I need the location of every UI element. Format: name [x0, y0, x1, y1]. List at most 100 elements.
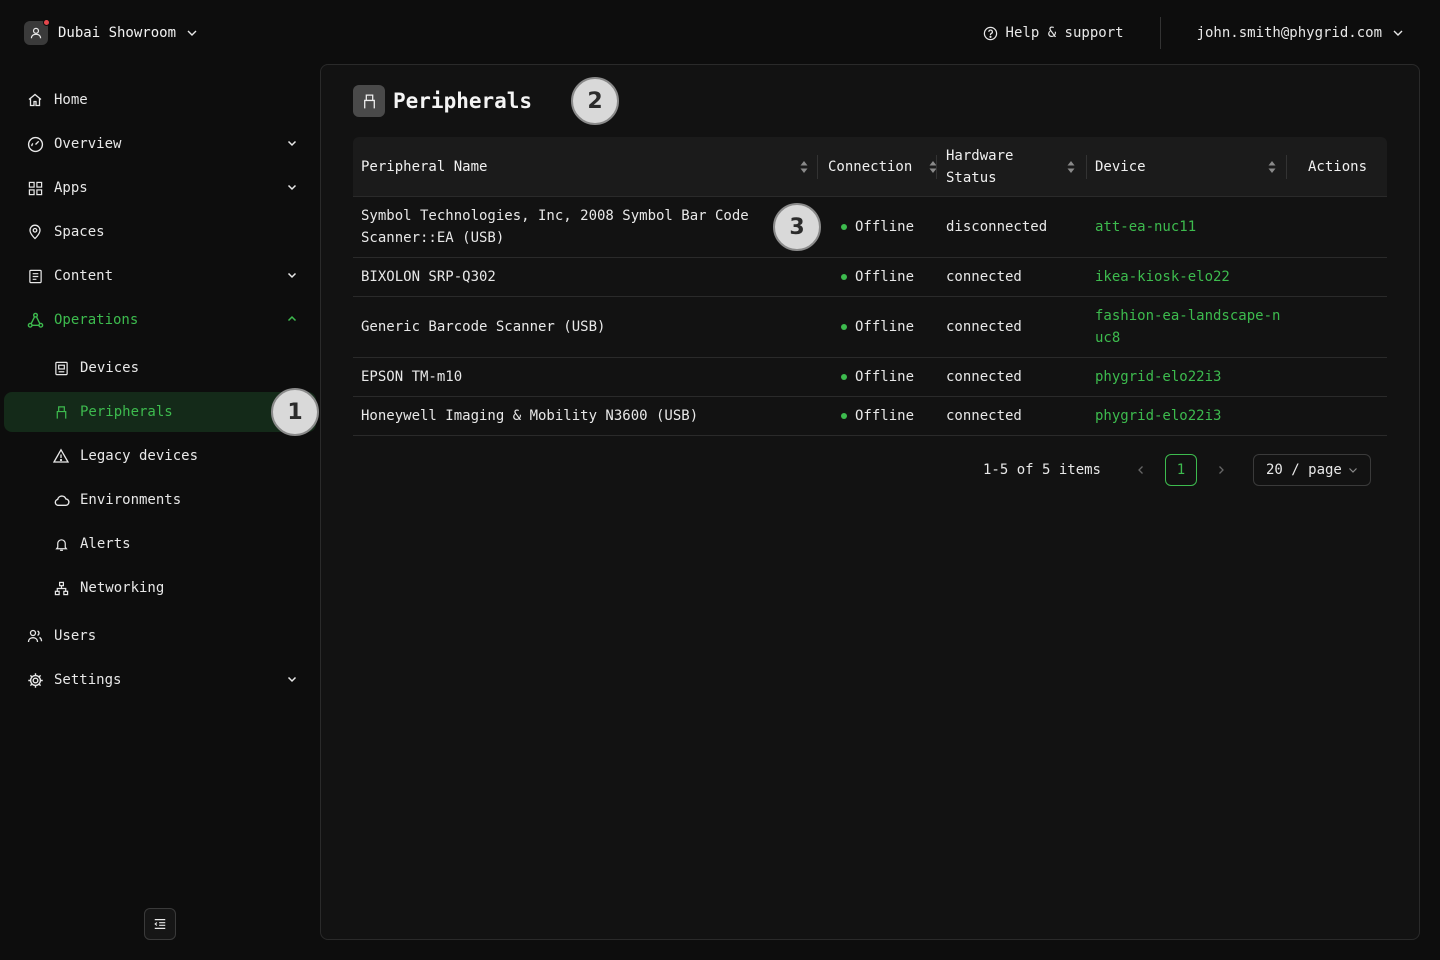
sidebar-item-label: Apps — [54, 180, 88, 196]
column-header-connection[interactable]: Connection — [828, 137, 937, 197]
sidebar-item-label: Environments — [80, 492, 182, 508]
sidebar-item-spaces[interactable]: Spaces — [14, 212, 308, 252]
annotation-marker-3: 3 — [773, 203, 821, 251]
device-icon — [52, 359, 70, 377]
notification-dot — [43, 19, 50, 26]
peripheral-name: Honeywell Imaging & Mobility N3600 (USB) — [361, 408, 699, 424]
status-dot — [841, 224, 847, 230]
sidebar-item-label: Users — [54, 628, 97, 644]
column-header-hardware-status[interactable]: Hardware Status — [946, 137, 1084, 197]
column-title: Connection — [828, 159, 913, 175]
sidebar-item-label: Content — [54, 268, 114, 284]
indent-menu-icon — [153, 917, 167, 931]
users-icon — [26, 627, 44, 645]
hardware-status: connected — [946, 319, 1022, 335]
column-title: Peripheral Name — [361, 159, 488, 175]
column-header-actions: Actions — [1308, 137, 1378, 197]
previous-page-button[interactable] — [1125, 454, 1157, 486]
column-header-device[interactable]: Device — [1095, 137, 1285, 197]
sidebar-item-apps[interactable]: Apps — [14, 168, 308, 208]
sidebar-item-overview[interactable]: Overview — [14, 124, 308, 164]
hardware-status: connected — [946, 408, 1022, 424]
column-divider — [1286, 155, 1287, 179]
sidebar-item-label: Overview — [54, 136, 122, 152]
sidebar-item-label: Alerts — [80, 536, 131, 552]
device-link[interactable]: ikea-kiosk-elo22 — [1095, 258, 1285, 296]
status-dot — [841, 274, 847, 280]
sidebar-item-operations[interactable]: Operations — [14, 300, 308, 340]
column-header-peripheral-name[interactable]: Peripheral Name — [361, 137, 817, 197]
hardware-status: connected — [946, 369, 1022, 385]
connection-status-label: Offline — [855, 319, 915, 335]
annotation-marker-2: 2 — [571, 77, 619, 125]
connection-status: Offline — [841, 397, 914, 435]
connection-status-label: Offline — [855, 269, 915, 285]
location-pin-icon — [26, 223, 44, 241]
next-page-button[interactable] — [1205, 454, 1237, 486]
table-row[interactable]: Symbol Technologies, Inc, 2008 Symbol Ba… — [353, 197, 1387, 258]
account-menu[interactable]: john.smith@phygrid.com — [1161, 25, 1404, 41]
network-nodes-icon — [26, 311, 44, 329]
hardware-status: connected — [946, 269, 1022, 285]
sidebar-item-label: Home — [54, 92, 88, 108]
account-email: john.smith@phygrid.com — [1196, 25, 1382, 41]
sidebar-item-alerts[interactable]: Alerts — [40, 524, 308, 564]
sidebar-item-devices[interactable]: Devices — [40, 348, 308, 388]
chevron-down-icon — [186, 27, 198, 39]
sort-icon[interactable] — [1267, 159, 1277, 175]
help-support-link[interactable]: Help & support — [983, 25, 1160, 41]
chevron-down-icon — [286, 137, 298, 149]
connection-status: Offline — [841, 258, 914, 296]
connection-status-label: Offline — [855, 408, 915, 424]
sidebar-item-home[interactable]: Home — [14, 80, 308, 120]
table-row[interactable]: BIXOLON SRP-Q302 Offline connected ikea-… — [353, 258, 1387, 297]
device-link[interactable]: phygrid-elo22i3 — [1095, 358, 1285, 396]
device-link[interactable]: phygrid-elo22i3 — [1095, 397, 1285, 435]
table-row[interactable]: Generic Barcode Scanner (USB) Offline co… — [353, 297, 1387, 358]
table-row[interactable]: Honeywell Imaging & Mobility N3600 (USB)… — [353, 397, 1387, 436]
home-icon — [26, 91, 44, 109]
page-header: Peripherals — [353, 85, 532, 117]
sort-icon[interactable] — [799, 159, 809, 175]
page-size-value: 20 / page — [1266, 462, 1342, 478]
sidebar-item-networking[interactable]: Networking — [40, 568, 308, 608]
network-icon — [52, 579, 70, 597]
sort-icon[interactable] — [1066, 159, 1076, 175]
peripheral-name: Symbol Technologies, Inc, 2008 Symbol Ba… — [361, 208, 749, 246]
chevron-down-icon — [286, 181, 298, 193]
gear-icon — [26, 671, 44, 689]
cloud-icon — [52, 491, 70, 509]
sidebar-item-legacy-devices[interactable]: Legacy devices — [40, 436, 308, 476]
page-size-select[interactable]: 20 / page — [1253, 454, 1371, 486]
collapse-sidebar-button[interactable] — [144, 908, 176, 940]
table-row[interactable]: EPSON TM-m10 Offline connected phygrid-e… — [353, 358, 1387, 397]
header-actions: Help & support john.smith@phygrid.com — [983, 17, 1404, 49]
chevron-down-icon — [1348, 465, 1358, 475]
sidebar-item-peripherals[interactable]: Peripherals — [4, 392, 316, 432]
page-number-button[interactable]: 1 — [1165, 454, 1197, 486]
gauge-icon — [26, 135, 44, 153]
status-dot — [841, 324, 847, 330]
device-link[interactable]: att-ea-nuc11 — [1095, 197, 1285, 257]
column-divider — [936, 155, 937, 179]
chevron-down-icon — [286, 269, 298, 281]
chevron-down-icon — [1392, 27, 1404, 39]
status-dot — [841, 374, 847, 380]
document-icon — [26, 267, 44, 285]
usb-icon — [353, 85, 385, 117]
help-support-label: Help & support — [1005, 25, 1124, 41]
annotation-marker-1: 1 — [271, 388, 319, 436]
workspace-switcher[interactable]: Dubai Showroom — [24, 19, 198, 46]
sidebar-item-content[interactable]: Content — [14, 256, 308, 296]
sidebar-item-users[interactable]: Users — [14, 616, 308, 656]
device-link[interactable]: fashion-ea-landscape-nuc8 — [1095, 297, 1285, 357]
chevron-down-icon — [286, 673, 298, 685]
sidebar-item-settings[interactable]: Settings — [14, 660, 308, 700]
usb-icon — [52, 403, 70, 421]
question-circle-icon — [983, 26, 998, 41]
sidebar-item-environments[interactable]: Environments — [40, 480, 308, 520]
column-title: Actions — [1308, 159, 1368, 175]
sidebar-item-label: Devices — [80, 360, 140, 376]
column-divider — [1086, 155, 1087, 179]
table-header: Peripheral Name Connection Hardware Stat… — [353, 137, 1387, 197]
